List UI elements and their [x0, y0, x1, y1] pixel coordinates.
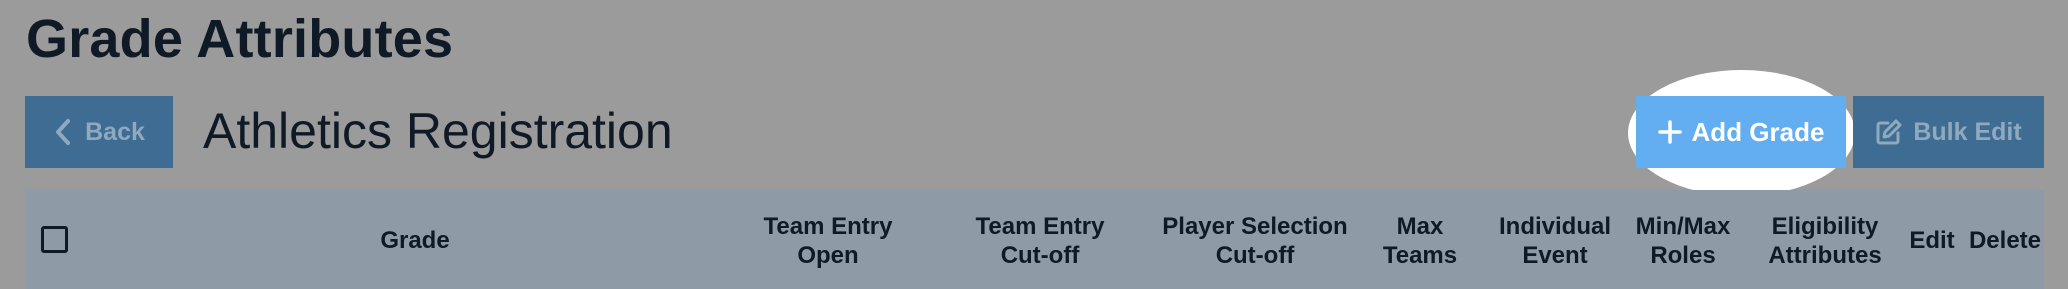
column-header-max-teams[interactable]: Max Teams — [1365, 212, 1475, 270]
column-header-team-entry-cutoff[interactable]: Team Entry Cut-off — [925, 212, 1155, 270]
edit-icon — [1876, 119, 1902, 145]
chevron-left-icon — [56, 119, 71, 145]
registration-title: Athletics Registration — [203, 103, 673, 159]
plus-icon — [1657, 120, 1682, 144]
column-header-player-selection-cutoff[interactable]: Player Selection Cut-off — [1130, 212, 1380, 270]
bulk-edit-button-label: Bulk Edit — [1913, 117, 2022, 146]
table-header-row: Grade Team Entry Open Team Entry Cut-off… — [25, 190, 2044, 289]
add-grade-button-label: Add Grade — [1691, 116, 1825, 147]
back-button-label: Back — [85, 117, 145, 146]
select-all-checkbox[interactable] — [41, 226, 68, 253]
page: Grade Attributes Back Athletics Registra… — [0, 0, 2068, 289]
column-header-min-max-roles[interactable]: Min/Max Roles — [1623, 212, 1743, 270]
back-button[interactable]: Back — [25, 96, 173, 168]
column-header-grade[interactable]: Grade — [325, 226, 505, 255]
column-header-team-entry-open[interactable]: Team Entry Open — [713, 212, 943, 270]
column-header-individual-event[interactable]: Individual Event — [1485, 212, 1625, 270]
column-header-eligibility-attributes[interactable]: Eligibility Attributes — [1745, 212, 1905, 270]
column-header-delete[interactable]: Delete — [1960, 226, 2050, 255]
bulk-edit-button[interactable]: Bulk Edit — [1853, 96, 2044, 168]
add-grade-button[interactable]: Add Grade — [1636, 96, 1846, 168]
page-title: Grade Attributes — [26, 9, 454, 69]
